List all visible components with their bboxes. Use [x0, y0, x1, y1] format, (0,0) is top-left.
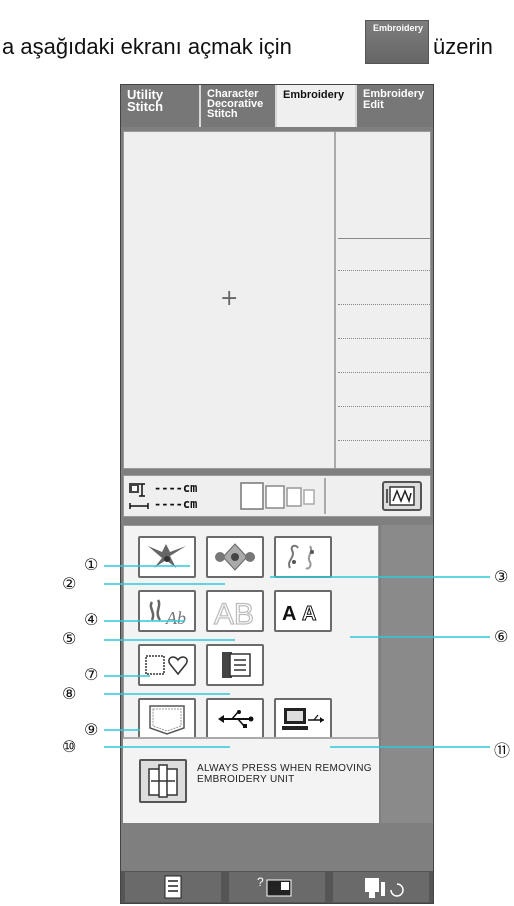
presser-foot-icon [365, 878, 404, 898]
thread-color-panel [338, 132, 430, 239]
callout-number: ⑪ [494, 741, 511, 760]
remove-unit-note: ALWAYS PRESS WHEN REMOVING EMBROIDERY UN… [197, 763, 372, 785]
info-separator [324, 478, 326, 514]
frame-shapes-icon [145, 655, 188, 676]
category-button-bird[interactable] [138, 536, 196, 578]
callout-number: ⑤ [62, 629, 77, 648]
remove-unit-area: ALWAYS PRESS WHEN REMOVING EMBROIDERY UN… [123, 737, 379, 823]
svg-text:?: ? [257, 875, 264, 889]
category-button-floral-alphabet[interactable]: Ab [138, 590, 196, 632]
category-button-computer[interactable] [274, 698, 332, 740]
floral-pattern-icon [215, 543, 255, 571]
letters-ab-icon: AB [213, 597, 254, 630]
tab-character-decorative-stitch[interactable]: Character Decorative Stitch [201, 85, 277, 127]
mode-tabs: Utility Stitch Character Decorative Stit… [121, 85, 433, 127]
thread-row [338, 304, 430, 305]
thread-row [338, 338, 430, 339]
floral-alphabet-icon: Ab [149, 599, 186, 628]
callout-number: ⑧ [62, 684, 77, 703]
embroidery-key-image: Embroidery [365, 20, 429, 64]
callout-number: ⑨ [84, 720, 99, 739]
caption-text-before: a aşağıdaki ekranı açmak için [2, 34, 292, 59]
embroidery-unit-icon [148, 764, 178, 798]
thread-row [338, 440, 430, 441]
help-button[interactable]: ? [229, 872, 325, 902]
settings-list-icon [164, 875, 182, 899]
category-button-usb[interactable] [206, 698, 264, 740]
category-button-pocket-memory[interactable] [138, 698, 196, 740]
thread-row [338, 372, 430, 373]
callout-number: ⑥ [494, 627, 509, 646]
callout-number: ① [84, 555, 99, 574]
category-button-floral[interactable] [206, 536, 264, 578]
callout-number: ② [62, 574, 77, 593]
category-button-border[interactable] [274, 536, 332, 578]
embroidery-canvas: + [124, 132, 336, 468]
svg-text:AB: AB [214, 598, 254, 630]
computer-usb-icon [282, 708, 324, 730]
callout-number: ③ [494, 567, 509, 586]
category-button-frame-shapes[interactable] [138, 644, 196, 686]
pattern-width: ----cm [154, 497, 198, 511]
remove-embroidery-unit-button[interactable] [139, 759, 187, 803]
pattern-info-bar: ----cm ----cm [123, 475, 431, 517]
pattern-height: ----cm [154, 481, 198, 495]
callout-number: ⑦ [84, 665, 99, 684]
center-mark: + [220, 286, 239, 311]
stitch-preview-button[interactable] [382, 481, 422, 511]
instruction-caption: a aşağıdaki ekranı açmak için Embroidery… [0, 20, 514, 70]
tab-utility-stitch[interactable]: Utility Stitch [121, 85, 201, 127]
tab-embroidery-edit[interactable]: Embroidery Edit [357, 85, 433, 127]
svg-text:A: A [302, 603, 316, 625]
needle-preview-icon [386, 486, 415, 506]
thread-row [338, 406, 430, 407]
category-button-embroidery-card[interactable] [206, 644, 264, 686]
svg-text:A: A [282, 603, 296, 625]
machine-help-icon: ? [257, 875, 292, 897]
svg-text:Ab: Ab [165, 608, 186, 628]
callout-number: ④ [84, 610, 99, 629]
pocket-memory-icon [149, 705, 185, 735]
embroidery-card-icon [222, 652, 251, 678]
embroidery-screen: Utility Stitch Character Decorative Stit… [120, 84, 434, 904]
usb-icon [218, 710, 254, 728]
side-gray-column [381, 525, 433, 823]
embroidery-preview: + [123, 131, 431, 469]
caption-text-after: üzerin [433, 34, 493, 59]
border-pattern-icon [288, 544, 314, 570]
embroidery-frame-icon [240, 482, 315, 510]
tab-embroidery[interactable]: Embroidery [277, 85, 357, 127]
footer-bar: ? [121, 871, 433, 903]
presser-foot-button[interactable] [333, 872, 429, 902]
pattern-size-icon [129, 483, 149, 509]
category-button-letters-ab[interactable]: AB [206, 590, 264, 632]
letters-aa-icon: A A [282, 603, 317, 626]
thread-row [338, 270, 430, 271]
embroidery-key-label: Embroidery [372, 23, 423, 33]
category-button-letters-aa[interactable]: A A [274, 590, 332, 632]
settings-button[interactable] [125, 872, 221, 902]
callout-number: ⑩ [62, 737, 77, 756]
bird-pattern-icon [148, 544, 186, 568]
